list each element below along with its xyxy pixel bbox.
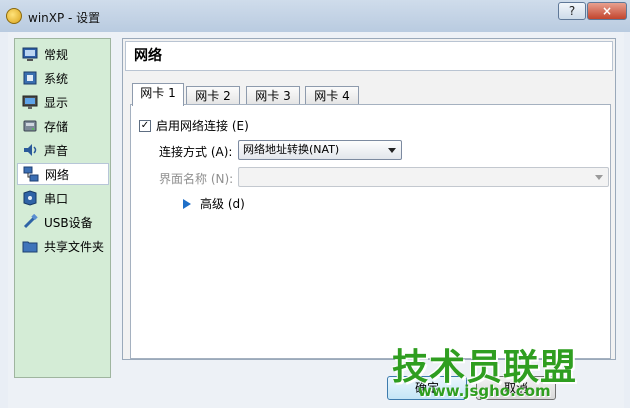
sidebar-item-label: 串口: [44, 191, 69, 206]
help-button[interactable]: ?: [558, 2, 586, 20]
sidebar-item-label: USB设备: [44, 215, 93, 230]
monitor-icon: [22, 46, 38, 62]
interface-name-label: 界面名称 (N):: [159, 172, 234, 186]
sidebar-item-label: 存储: [44, 119, 69, 134]
sidebar-item-label: 常规: [44, 47, 69, 62]
chevron-down-icon: [595, 175, 603, 180]
expand-arrow-icon: [183, 198, 191, 209]
sidebar-item-label: 共享文件夹: [44, 239, 105, 254]
sidebar-item-serial-ports[interactable]: 串口: [17, 187, 109, 209]
sidebar-item-system[interactable]: 系统: [17, 67, 109, 89]
sidebar-item-label: 声音: [44, 143, 69, 158]
advanced-toggle[interactable]: 高级 (d): [183, 195, 245, 212]
advanced-label: 高级 (d): [200, 197, 245, 211]
disk-icon: [22, 118, 38, 134]
enable-adapter-checkbox[interactable]: ✓: [139, 119, 151, 132]
sidebar-item-shared-folders[interactable]: 共享文件夹: [17, 235, 109, 257]
chip-icon: [22, 70, 38, 86]
window-title: winXP - 设置: [28, 11, 101, 25]
interface-name-select[interactable]: [238, 167, 609, 187]
page-title: 网络: [125, 41, 613, 71]
usb-icon: [22, 213, 38, 230]
settings-window: winXP - 设置 ? × 常规 系统 显示 存储 声音 网络 串口 USB设…: [0, 0, 630, 408]
folder-icon: [22, 238, 38, 254]
sidebar-item-audio[interactable]: 声音: [17, 139, 109, 161]
tab-adapter-2[interactable]: 网卡 2: [186, 86, 240, 105]
sidebar-item-label: 显示: [44, 95, 69, 110]
sidebar-item-general[interactable]: 常规: [17, 43, 109, 65]
sidebar-item-label: 网络: [45, 167, 70, 182]
tab-adapter-3[interactable]: 网卡 3: [246, 86, 300, 105]
attached-to-value: 网络地址转换(NAT): [243, 143, 340, 156]
chevron-down-icon: [388, 148, 396, 153]
virtualbox-icon: [6, 8, 22, 24]
sidebar-item-usb[interactable]: USB设备: [17, 211, 109, 233]
sidebar-item-display[interactable]: 显示: [17, 91, 109, 113]
display-icon: [22, 94, 38, 110]
attached-to-label: 连接方式 (A):: [159, 145, 233, 159]
sidebar-item-storage[interactable]: 存储: [17, 115, 109, 137]
sidebar-item-label: 系统: [44, 71, 69, 86]
tab-adapter-4[interactable]: 网卡 4: [305, 86, 359, 105]
settings-sidebar: 常规 系统 显示 存储 声音 网络 串口 USB设备 共享文件夹: [14, 38, 111, 378]
watermark-url: www.jsgho.com: [418, 382, 551, 400]
network-icon: [23, 166, 39, 182]
attached-to-select[interactable]: 网络地址转换(NAT): [238, 140, 402, 160]
network-settings-panel: 网络 网卡 1 网卡 2 网卡 3 网卡 4 ✓ 启用网络连接 (E) 连接方式…: [122, 38, 616, 360]
tab-adapter-1[interactable]: 网卡 1: [132, 83, 184, 106]
enable-adapter-label: 启用网络连接 (E): [156, 119, 249, 133]
enable-adapter-row[interactable]: ✓ 启用网络连接 (E): [139, 117, 249, 134]
close-button[interactable]: ×: [587, 2, 627, 20]
title-bar[interactable]: winXP - 设置 ? ×: [0, 0, 630, 32]
sidebar-item-network[interactable]: 网络: [17, 163, 109, 185]
serial-port-icon: [22, 190, 38, 206]
speaker-icon: [22, 142, 38, 158]
